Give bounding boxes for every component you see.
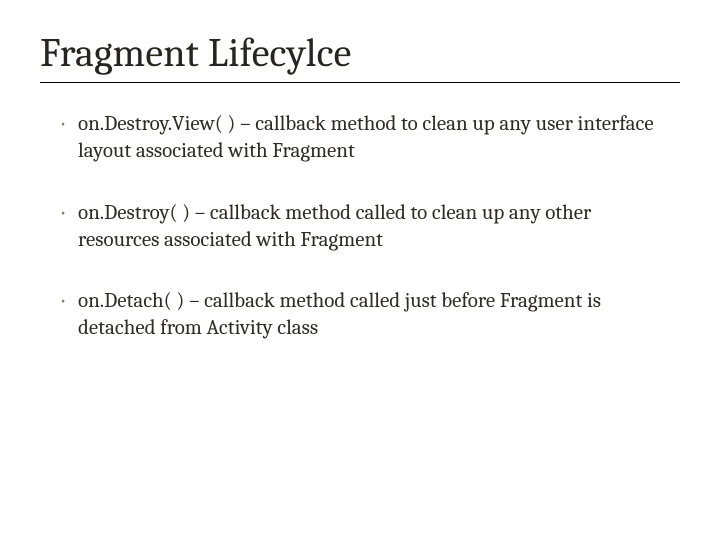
bullet-item: on.Detach( ) – callback method called ju… xyxy=(60,288,660,343)
title-rule xyxy=(40,82,680,83)
slide-title: Fragment Lifecylce xyxy=(40,30,680,76)
slide: Fragment Lifecylce on.Destroy.View( ) – … xyxy=(0,0,720,540)
bullet-list: on.Destroy.View( ) – callback method to … xyxy=(40,111,680,343)
bullet-item: on.Destroy( ) – callback method called t… xyxy=(60,200,660,255)
bullet-item: on.Destroy.View( ) – callback method to … xyxy=(60,111,660,166)
